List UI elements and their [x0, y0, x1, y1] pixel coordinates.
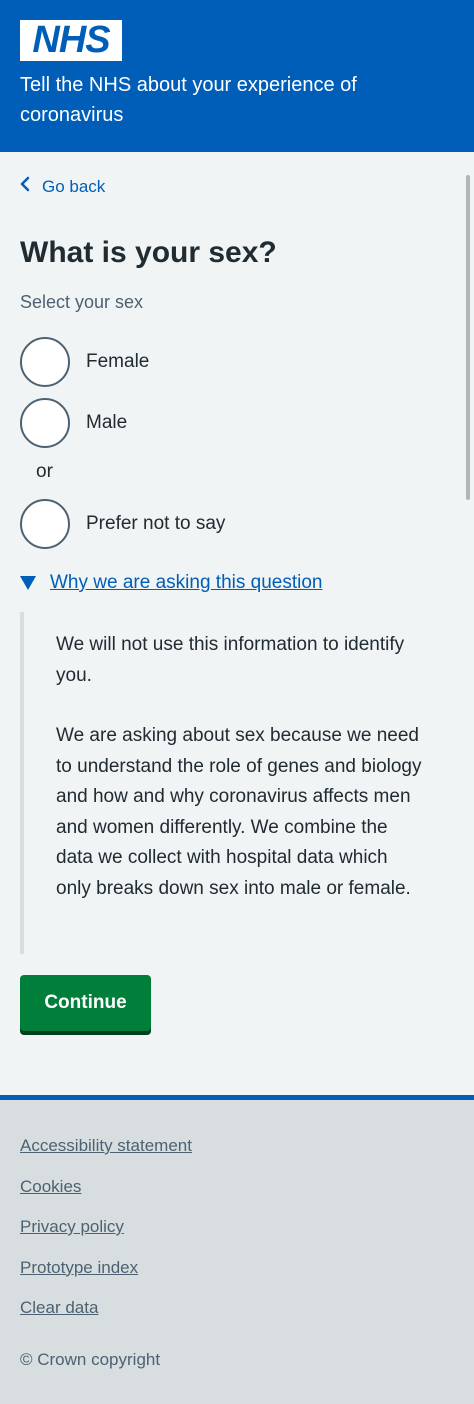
radio-label: Prefer not to say [86, 513, 226, 534]
page-title: What is your sex? [20, 236, 277, 269]
radio-male[interactable]: Male [20, 398, 127, 448]
radio-label: Female [86, 351, 150, 372]
radio-label: Male [86, 412, 128, 433]
radio-female[interactable]: Female [20, 337, 149, 387]
continue-button[interactable]: Continue [20, 975, 151, 1031]
details-summary-text[interactable]: Why we are asking this question [50, 572, 322, 594]
site-footer: Accessibility statement Cookies Privacy … [0, 1095, 474, 1404]
details-text: We will not use this information to iden… [20, 612, 450, 954]
back-link-label: Go back [42, 177, 106, 196]
service-name[interactable]: Tell the NHS about your experience of co… [20, 70, 450, 130]
footer-link-privacy[interactable]: Privacy policy [20, 1217, 124, 1236]
footer-item: Privacy policy [20, 1217, 192, 1258]
chevron-left-icon [20, 175, 34, 199]
footer-item: Prototype index [20, 1258, 192, 1299]
question-hint: Select your sex [20, 292, 144, 312]
footer-links: Accessibility statement Cookies Privacy … [20, 1136, 192, 1339]
copyright: © Crown copyright [20, 1350, 161, 1369]
triangle-down-icon [20, 576, 36, 590]
footer-item: Accessibility statement [20, 1136, 192, 1177]
footer-item: Cookies [20, 1177, 192, 1218]
site-header: NHS Tell the NHS about your experience o… [0, 0, 474, 152]
radio-circle[interactable] [20, 398, 70, 448]
footer-item: Clear data [20, 1298, 192, 1339]
radio-divider: or [36, 461, 53, 482]
footer-link-prototype-index[interactable]: Prototype index [20, 1258, 138, 1277]
radio-circle[interactable] [20, 337, 70, 387]
details-paragraph: We will not use this information to iden… [56, 634, 405, 686]
radio-circle[interactable] [20, 499, 70, 549]
details-summary[interactable]: Why we are asking this question [20, 572, 322, 594]
details-paragraph: We are asking about sex because we need … [56, 725, 422, 899]
radio-prefer-not-to-say[interactable]: Prefer not to say [20, 499, 225, 549]
footer-link-clear-data[interactable]: Clear data [20, 1298, 98, 1317]
back-link[interactable]: Go back [20, 175, 105, 199]
footer-link-accessibility[interactable]: Accessibility statement [20, 1136, 192, 1155]
footer-link-cookies[interactable]: Cookies [20, 1177, 81, 1196]
scrollbar[interactable] [466, 175, 470, 500]
nhs-logo[interactable]: NHS [20, 20, 122, 61]
